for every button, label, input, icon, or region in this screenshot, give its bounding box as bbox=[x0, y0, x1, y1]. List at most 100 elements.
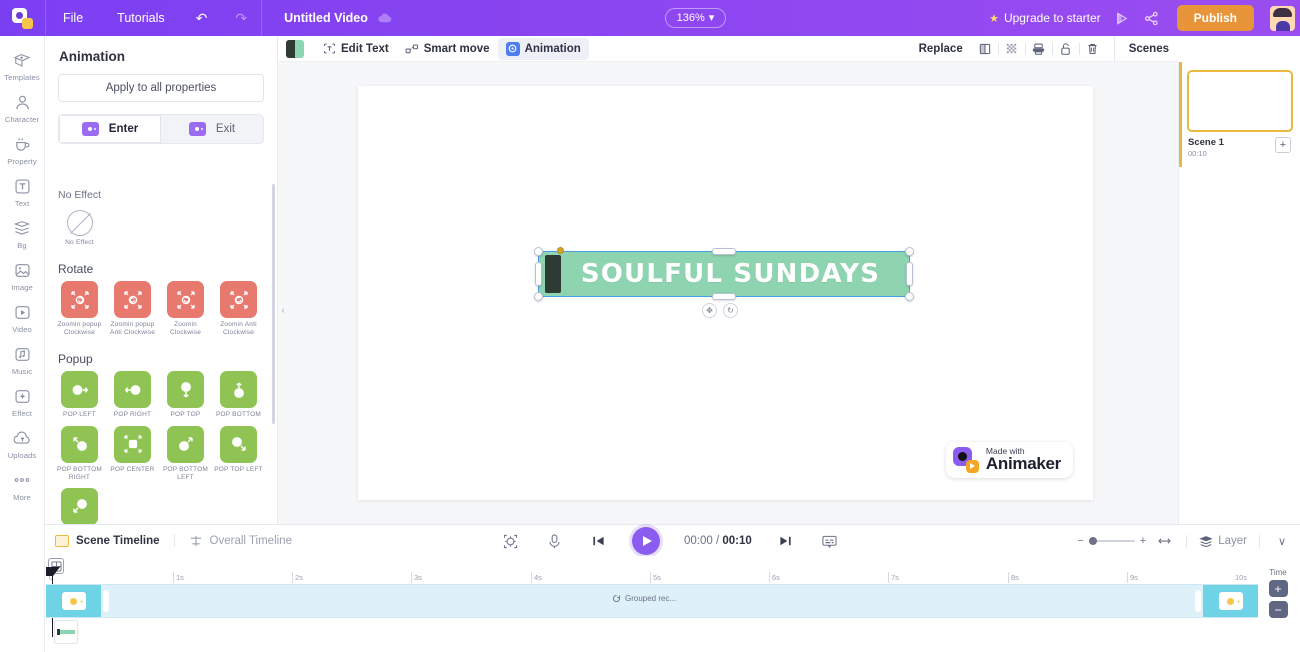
layer-button[interactable]: Layer bbox=[1199, 535, 1247, 548]
crop-icon[interactable] bbox=[972, 36, 998, 62]
canvas-workspace[interactable]: SOULFUL SUNDAYS ✥ ↻ Made with Animaker bbox=[278, 62, 1178, 524]
duplicate-icon[interactable] bbox=[1026, 36, 1052, 62]
playhead-marker[interactable] bbox=[46, 567, 60, 576]
skip-forward-icon[interactable] bbox=[776, 531, 796, 551]
fit-to-screen-icon[interactable] bbox=[500, 531, 520, 551]
track-enter-animation-cap[interactable] bbox=[46, 585, 101, 617]
scene-thumbnail[interactable] bbox=[1187, 70, 1293, 132]
sidebar-item-more[interactable]: More bbox=[0, 464, 45, 506]
animation-thumb-pop-top[interactable]: POP TOP bbox=[159, 371, 212, 419]
tab-enter[interactable]: Enter bbox=[59, 115, 161, 143]
tab-overall-timeline[interactable]: Overall Timeline bbox=[179, 534, 302, 548]
apply-to-all-properties-button[interactable]: Apply to all properties bbox=[58, 74, 264, 102]
resize-handle-top[interactable] bbox=[712, 248, 736, 255]
voice-record-icon[interactable] bbox=[544, 531, 564, 551]
share-icon[interactable] bbox=[1137, 0, 1167, 36]
present-icon[interactable] bbox=[1107, 0, 1137, 36]
sidebar-item-property[interactable]: Property bbox=[0, 128, 45, 170]
track-element-thumbnail[interactable] bbox=[54, 620, 78, 644]
panel-scrollbar[interactable] bbox=[272, 184, 275, 424]
timeline-track[interactable]: Grouped rec... bbox=[46, 584, 1258, 618]
animation-thumb-zoomin-clockwise[interactable]: Zoomin Clockwise bbox=[159, 281, 212, 337]
timeline-tracks[interactable]: 0 1s 2s 3s 4s 5s 6s 7s 8s 9s 10s bbox=[45, 556, 1300, 652]
play-button[interactable] bbox=[632, 527, 660, 555]
resize-handle-bottom[interactable] bbox=[712, 293, 736, 300]
replace-button[interactable]: Replace bbox=[910, 43, 972, 55]
tab-exit[interactable]: Exit bbox=[161, 115, 263, 143]
animation-thumb-pop-bottom-right[interactable]: POP BOTTOM RIGHT bbox=[53, 425, 106, 482]
timeline-collapse-caret[interactable]: ∨ bbox=[1272, 531, 1292, 551]
sidebar-item-video[interactable]: Video bbox=[0, 296, 45, 338]
canvas-stage[interactable]: SOULFUL SUNDAYS ✥ ↻ Made with Animaker bbox=[358, 86, 1093, 500]
zoom-out-label[interactable]: − bbox=[1077, 535, 1083, 547]
zoom-slider-knob[interactable] bbox=[1088, 537, 1097, 545]
opacity-icon[interactable] bbox=[999, 36, 1025, 62]
scene-card[interactable]: Scene 1 00:10 + bbox=[1187, 70, 1293, 158]
zoom-level-selector[interactable]: 136% ▾ bbox=[664, 8, 727, 28]
star-icon: ★ bbox=[989, 12, 999, 25]
timeline-zoom-slider[interactable]: − + bbox=[1077, 535, 1146, 547]
sidebar-item-templates[interactable]: Templates bbox=[0, 44, 45, 86]
animation-thumb-zoomin-popup-clockwise[interactable]: Zoomin popup Clockwise bbox=[53, 281, 106, 337]
smart-move-button[interactable]: Smart move bbox=[397, 38, 498, 60]
resize-handle-bottom-right[interactable] bbox=[905, 292, 914, 301]
animation-thumb-caption: Zoomin popup Anti Clockwise bbox=[109, 321, 156, 337]
animation-thumb-pop-center[interactable]: POP CENTER bbox=[106, 425, 159, 482]
pop-bottom-icon bbox=[220, 371, 257, 409]
sidebar-item-effect[interactable]: Effect bbox=[0, 380, 45, 422]
animation-thumb-pop-top-left[interactable]: POP TOP LEFT bbox=[212, 425, 265, 482]
animation-thumb-pop-bottom[interactable]: POP BOTTOM bbox=[212, 371, 265, 419]
resize-handle-bottom-left[interactable] bbox=[534, 292, 543, 301]
animaker-logo[interactable] bbox=[0, 0, 45, 36]
user-avatar[interactable] bbox=[1264, 0, 1300, 36]
sidebar-item-music[interactable]: Music bbox=[0, 338, 45, 380]
animation-button[interactable]: Animation bbox=[497, 37, 589, 60]
zoom-in-label[interactable]: + bbox=[1140, 535, 1146, 547]
publish-button[interactable]: Publish bbox=[1176, 5, 1255, 31]
sidebar-item-uploads[interactable]: Uploads bbox=[0, 422, 45, 464]
sidebar-item-bg[interactable]: Bg bbox=[0, 212, 45, 254]
menu-tutorials[interactable]: Tutorials bbox=[100, 0, 181, 36]
delete-icon[interactable] bbox=[1080, 36, 1106, 62]
project-title[interactable]: Untitled Video bbox=[262, 0, 378, 36]
color-swatch[interactable] bbox=[286, 39, 304, 58]
resize-handle-top-left[interactable] bbox=[534, 247, 543, 256]
animation-thumb-pop-top-right[interactable]: POP TOP RIGHT bbox=[53, 487, 106, 524]
undo-icon[interactable]: ↶ bbox=[182, 0, 222, 36]
timeline-ruler[interactable]: 0 1s 2s 3s 4s 5s 6s 7s 8s 9s 10s bbox=[45, 572, 1257, 584]
track-trim-handle-right[interactable] bbox=[1195, 590, 1201, 612]
animation-thumb-zoomin-anti-clockwise[interactable]: Zoomin Anti Clockwise bbox=[212, 281, 265, 337]
animation-thumb-pop-bottom-left[interactable]: POP BOTTOM LEFT bbox=[159, 425, 212, 482]
animation-thumb-no-effect[interactable]: No Effect bbox=[53, 206, 106, 247]
redo-icon[interactable]: ↷ bbox=[221, 0, 261, 36]
resize-handle-right[interactable] bbox=[906, 262, 913, 286]
animation-list[interactable]: No Effect No Effect Rotate Zoomin popup … bbox=[45, 182, 277, 524]
resize-handle-top-right[interactable] bbox=[905, 247, 914, 256]
animation-thumb-pop-right[interactable]: POP RIGHT bbox=[106, 371, 159, 419]
tab-scene-timeline[interactable]: Scene Timeline bbox=[45, 534, 170, 547]
edit-text-button[interactable]: Edit Text bbox=[314, 38, 397, 60]
animation-thumb-zoomin-popup-anti-clockwise[interactable]: Zoomin popup Anti Clockwise bbox=[106, 281, 159, 337]
subtitle-icon[interactable] bbox=[820, 531, 840, 551]
track-trim-handle-left[interactable] bbox=[103, 590, 109, 612]
rotate-icon[interactable]: ↻ bbox=[723, 303, 738, 318]
lock-icon[interactable] bbox=[1053, 36, 1079, 62]
sidebar-item-image[interactable]: Image bbox=[0, 254, 45, 296]
animation-thumb-pop-left[interactable]: POP LEFT bbox=[53, 371, 106, 419]
upgrade-button[interactable]: ★ Upgrade to starter bbox=[989, 11, 1107, 25]
anchor-point-handle[interactable] bbox=[557, 247, 564, 254]
selected-element-wrapper[interactable]: SOULFUL SUNDAYS ✥ ↻ bbox=[534, 247, 914, 318]
add-scene-button[interactable]: + bbox=[1275, 137, 1291, 153]
skip-back-icon[interactable] bbox=[588, 531, 608, 551]
zoom-slider-track[interactable] bbox=[1088, 537, 1135, 545]
time-decrease-button[interactable]: − bbox=[1268, 601, 1288, 618]
move-icon[interactable]: ✥ bbox=[702, 303, 717, 318]
fit-width-icon[interactable] bbox=[1154, 531, 1174, 551]
resize-handle-left[interactable] bbox=[535, 262, 542, 286]
track-exit-animation-cap[interactable] bbox=[1203, 585, 1258, 617]
time-increase-button[interactable]: + bbox=[1268, 580, 1288, 597]
panel-collapse-toggle[interactable]: ‹ bbox=[277, 300, 289, 320]
menu-file[interactable]: File bbox=[46, 0, 100, 36]
sidebar-item-character[interactable]: Character bbox=[0, 86, 45, 128]
sidebar-item-text[interactable]: Text bbox=[0, 170, 45, 212]
